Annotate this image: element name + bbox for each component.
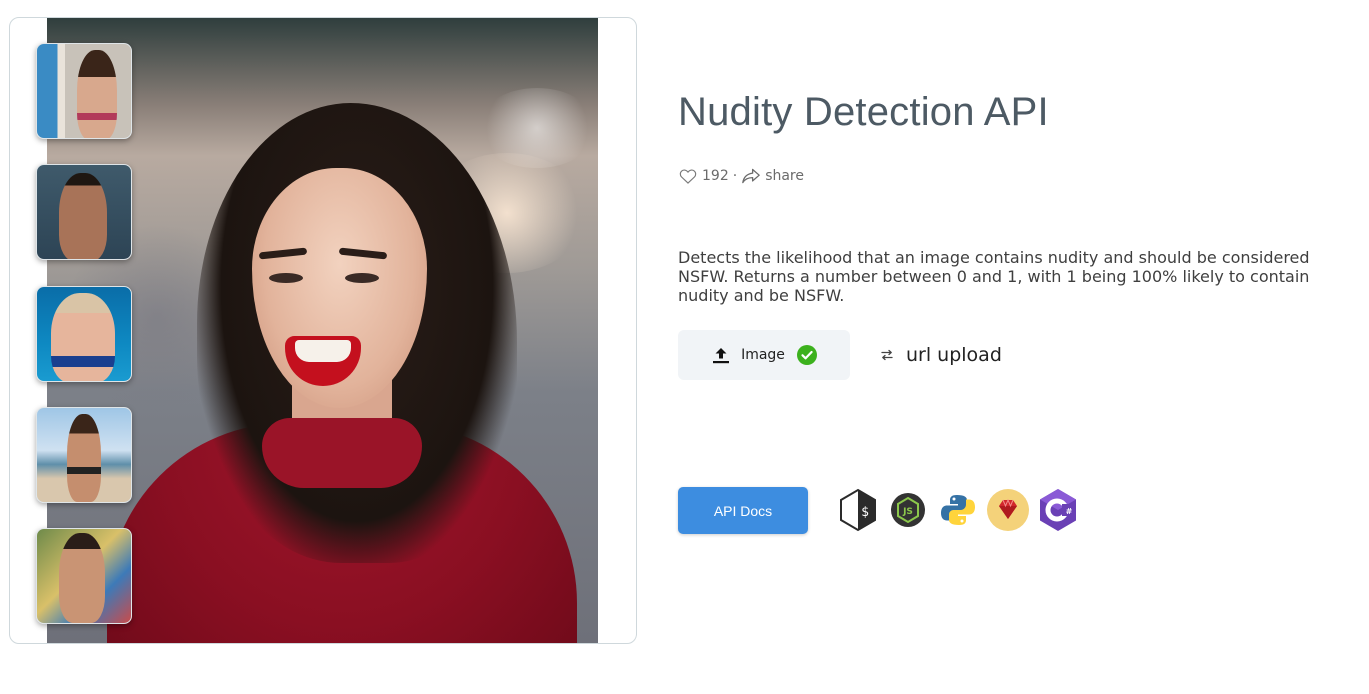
upload-icon — [713, 348, 730, 364]
check-circle-icon — [796, 345, 817, 365]
ruby-icon[interactable] — [986, 487, 1030, 533]
url-upload-toggle[interactable]: url upload — [880, 344, 1002, 366]
heart-icon[interactable] — [678, 166, 698, 186]
image-preview-card — [9, 17, 637, 644]
page-title: Nudity Detection API — [678, 90, 1049, 134]
csharp-icon[interactable]: # — [1036, 487, 1080, 533]
svg-text:JS: JS — [902, 507, 913, 517]
svg-text:$: $ — [861, 505, 869, 520]
share-icon — [742, 168, 761, 184]
url-upload-label: url upload — [906, 344, 1002, 366]
language-icons: $ JS # — [836, 487, 1080, 533]
api-docs-button[interactable]: API Docs — [678, 487, 808, 534]
example-thumbnail-4[interactable] — [36, 407, 132, 503]
api-description: Detects the likelihood that an image con… — [678, 248, 1310, 305]
example-thumbnail-3[interactable] — [36, 286, 132, 382]
image-upload-button[interactable]: Image — [678, 330, 850, 380]
example-thumbnail-5[interactable] — [36, 528, 132, 624]
python-icon[interactable] — [936, 487, 980, 533]
nodejs-icon[interactable]: JS — [886, 487, 930, 533]
bash-icon[interactable]: $ — [836, 487, 880, 533]
meta-row: 192 · share — [678, 166, 804, 186]
meta-separator: · — [732, 168, 738, 184]
example-thumbnail-1[interactable] — [36, 43, 132, 139]
swap-icon — [881, 349, 893, 361]
image-upload-label: Image — [741, 347, 785, 363]
svg-text:#: # — [1066, 507, 1073, 516]
example-thumbnail-2[interactable] — [36, 164, 132, 260]
share-button[interactable]: share — [741, 167, 804, 185]
like-count: 192 — [702, 168, 729, 184]
share-label: share — [765, 168, 804, 184]
